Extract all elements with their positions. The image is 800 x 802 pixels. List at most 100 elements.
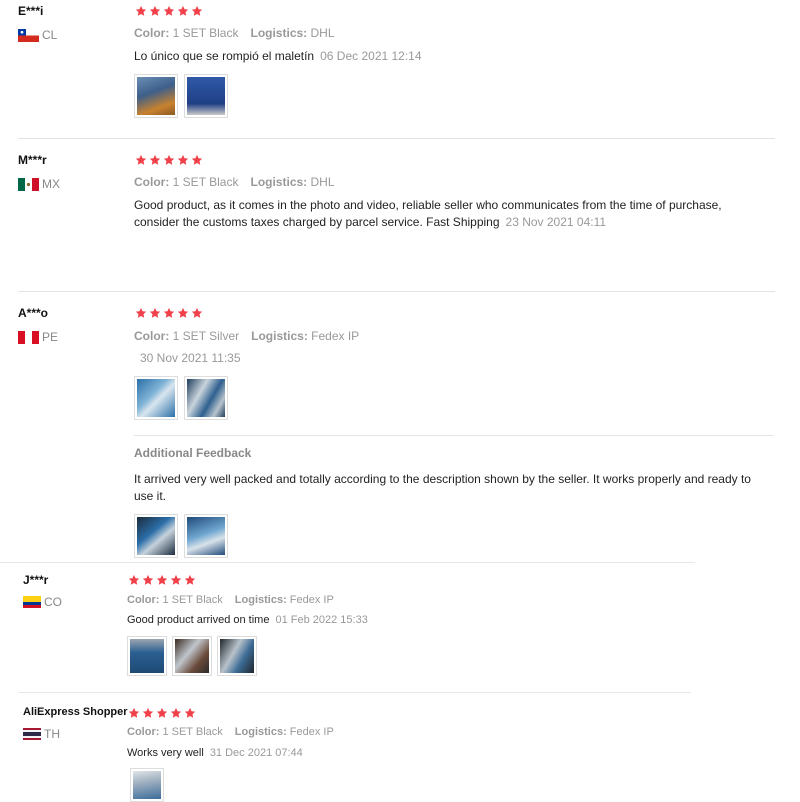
additional-feedback-text: It arrived very well packed and totally …: [134, 472, 751, 503]
star-icon: [170, 574, 182, 586]
review-image-thumb[interactable]: [184, 376, 228, 420]
color-label: Color:: [134, 175, 170, 189]
star-icon: [128, 574, 140, 586]
color-label: Color:: [134, 329, 170, 343]
thailand-flag-icon: [23, 728, 41, 740]
additional-images: [134, 514, 228, 558]
color-value: 1 SET Black: [162, 726, 223, 738]
review-image-thumb[interactable]: [127, 636, 167, 676]
color-value: 1 SET Black: [172, 175, 239, 189]
reviewer-country: CL: [18, 28, 57, 42]
reviewer-country: CO: [23, 595, 62, 609]
star-icon: [170, 707, 182, 719]
star-icon: [191, 307, 203, 319]
country-code: PE: [42, 330, 59, 344]
star-icon: [163, 5, 175, 17]
star-icon: [149, 307, 161, 319]
logistics-value: Fedex IP: [289, 594, 334, 606]
color-value: 1 SET Black: [162, 594, 223, 606]
star-icon: [184, 574, 196, 586]
rating-stars: [135, 154, 203, 166]
peru-flag-icon: [18, 330, 39, 344]
review-divider: [18, 291, 775, 292]
review-image-thumb[interactable]: [134, 376, 178, 420]
additional-divider: [134, 435, 774, 436]
logistics-label: Logistics:: [234, 726, 287, 738]
review-divider: [18, 138, 775, 139]
additional-feedback-heading: Additional Feedback: [134, 446, 252, 460]
star-icon: [135, 307, 147, 319]
review-images: [130, 768, 164, 802]
review-text: Good product arrived on time: [127, 614, 270, 626]
star-icon: [191, 5, 203, 17]
review-attributes: Color: 1 SET Silver Logistics: Fedex IP: [134, 329, 359, 343]
star-icon: [156, 574, 168, 586]
logistics-value: Fedex IP: [289, 726, 334, 738]
review-image-thumb[interactable]: [172, 636, 212, 676]
color-label: Color:: [127, 726, 160, 738]
review-text: Works very well: [127, 747, 204, 759]
reviewer-country: TH: [23, 727, 60, 741]
reviewer-name: J***r: [23, 573, 49, 587]
star-icon: [163, 307, 175, 319]
reviewer-country: MX: [18, 177, 60, 191]
color-value: 1 SET Silver: [172, 329, 240, 343]
review-images: [134, 74, 228, 118]
review-image-thumb[interactable]: [217, 636, 257, 676]
reviewer-name: M***r: [18, 153, 47, 167]
rating-stars: [128, 707, 196, 719]
reviewer-country: PE: [18, 330, 58, 344]
review-image-thumb[interactable]: [184, 514, 228, 558]
logistics-value: Fedex IP: [311, 329, 360, 343]
country-code: TH: [44, 727, 60, 741]
logistics-label: Logistics:: [250, 175, 308, 189]
reviewer-name: E***i: [18, 4, 44, 18]
review-date: 06 Dec 2021 12:14: [320, 49, 422, 63]
review-attributes: Color: 1 SET Black Logistics: DHL: [134, 26, 335, 40]
review-divider: [18, 692, 691, 693]
star-icon: [177, 307, 189, 319]
review-text-block: Works very well 31 Dec 2021 07:44: [127, 745, 687, 762]
review-image-thumb[interactable]: [134, 514, 178, 558]
star-icon: [163, 154, 175, 166]
star-icon: [135, 5, 147, 17]
chile-flag-icon: [18, 28, 39, 42]
logistics-label: Logistics:: [250, 26, 308, 40]
country-code: MX: [42, 177, 60, 191]
logistics-value: DHL: [310, 175, 335, 189]
star-icon: [177, 154, 189, 166]
star-icon: [156, 707, 168, 719]
review-image-thumb[interactable]: [184, 74, 228, 118]
star-icon: [135, 154, 147, 166]
review-image-thumb[interactable]: [130, 768, 164, 802]
star-icon: [142, 574, 154, 586]
review-image-thumb[interactable]: [134, 74, 178, 118]
review-text-block: Lo único que se rompió el maletín 06 Dec …: [134, 48, 764, 65]
review-date: 01 Feb 2022 15:33: [275, 614, 368, 626]
review-text: Lo único que se rompió el maletín: [134, 49, 315, 63]
star-icon: [177, 5, 189, 17]
star-icon: [149, 5, 161, 17]
country-code: CO: [44, 595, 62, 609]
review-images: [134, 376, 228, 420]
review-text-block: Good product, as it comes in the photo a…: [134, 197, 766, 231]
country-code: CL: [42, 28, 58, 42]
reviewer-name: AliExpress Shopper: [23, 706, 128, 718]
rating-stars: [135, 5, 203, 17]
rating-stars: [135, 307, 203, 319]
review-images: [127, 636, 257, 676]
colombia-flag-icon: [23, 596, 41, 608]
review-attributes: Color: 1 SET Black Logistics: Fedex IP: [127, 726, 334, 738]
star-icon: [142, 707, 154, 719]
color-value: 1 SET Black: [172, 26, 239, 40]
review-text-block: Good product arrived on time 01 Feb 2022 …: [127, 612, 687, 629]
color-label: Color:: [134, 26, 170, 40]
review-date: 31 Dec 2021 07:44: [209, 747, 303, 759]
review-divider: [0, 562, 695, 563]
logistics-label: Logistics:: [234, 594, 287, 606]
review-date: 30 Nov 2021 11:35: [140, 351, 241, 365]
review-text: Good product, as it comes in the photo a…: [134, 198, 722, 229]
star-icon: [149, 154, 161, 166]
star-icon: [184, 707, 196, 719]
rating-stars: [128, 574, 196, 586]
